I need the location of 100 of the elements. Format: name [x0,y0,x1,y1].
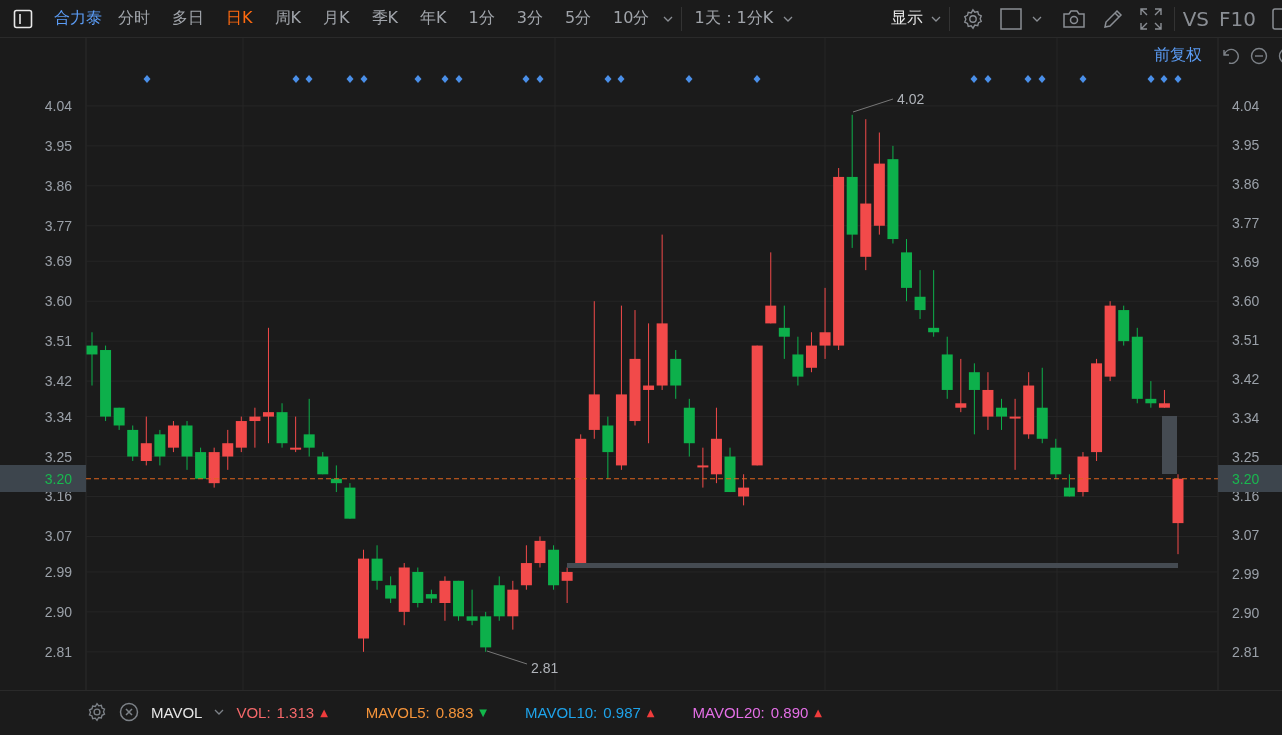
caret-icon[interactable] [930,15,941,22]
axis-label: 3.95 [1232,137,1260,153]
period-tab[interactable]: 1分 [458,8,505,29]
candlestick [805,331,817,373]
display-menu[interactable]: 显示 [880,8,927,29]
candlestick [1009,398,1021,471]
axis-label: 3.77 [44,217,72,234]
caret-icon[interactable] [663,15,674,22]
sidebar-toggle-icon[interactable] [13,8,33,29]
indicator-value: 1.313 [276,703,315,721]
candlestick [520,544,532,591]
candlestick [262,327,274,444]
candlestick [778,305,790,360]
caret-icon[interactable] [783,15,794,22]
candlestick [792,336,804,387]
period-tab[interactable]: 季K [361,8,408,29]
axis-label: 2.90 [44,603,72,620]
candlestick [222,429,234,471]
axis-label: 4.04 [44,97,72,114]
zoom-out-icon[interactable] [1250,46,1268,65]
axis-label: 3.95 [44,137,72,154]
close-icon[interactable] [119,702,139,722]
indicator-dropdown[interactable]: MAVOL [151,703,203,721]
period-tab[interactable]: 3分 [506,8,553,29]
current-price-label: 3.20 [44,471,72,487]
candlestick [249,407,261,449]
axis-label: 3.60 [44,293,72,310]
candlestick [765,251,777,324]
period-tab[interactable]: 分时 [108,8,160,29]
candlestick [697,447,709,489]
candlestick [643,322,655,444]
period-tab[interactable]: 多日 [162,8,214,29]
candlestick [968,362,980,435]
candlestick [439,575,451,622]
period-tab[interactable]: 月K [313,8,360,29]
indicator-label: MAVOL10: [525,703,598,721]
axis-label: 3.42 [44,373,72,390]
settings-icon[interactable] [87,702,107,722]
stock-name: 合力泰 [54,8,102,29]
caret-icon[interactable] [1031,15,1042,22]
candlestick [140,416,152,466]
axis-label: 3.34 [44,408,72,425]
current-price-label: 3.20 [1232,471,1260,487]
indicator-value: 0.883 [435,703,474,721]
axis-label: 3.60 [1232,293,1260,309]
period-tab[interactable]: 5分 [554,8,602,29]
shortcut-button[interactable]: VS [1178,6,1214,31]
shortcut-button[interactable]: F10 [1215,6,1260,31]
camera-icon[interactable] [1061,8,1086,29]
price-adjustment-button[interactable]: 前复权 [1154,45,1210,66]
axis-label: 2.81 [44,643,72,660]
period-tab[interactable]: 日K [216,8,263,29]
undo-icon[interactable] [1221,46,1239,65]
axis-label: 3.69 [1232,254,1260,270]
axis-label: 2.90 [1232,605,1260,621]
candlestick [1145,380,1157,409]
candlestick [534,535,546,568]
leader-line [486,650,528,665]
trend-arrow: ▼ [479,706,487,718]
indicator-label: MAVOL5: [365,703,430,721]
candlestick [955,358,967,413]
axis-label: 3.51 [1232,332,1260,348]
vertical-bar-drawing [1162,416,1177,474]
candlestick [996,398,1008,431]
leader-line [852,98,894,113]
period-tab[interactable]: 10分 [603,8,660,29]
candlestick [914,269,926,320]
period-tab[interactable]: 周K [264,8,311,29]
candlestick [86,331,98,387]
interval-dropdown[interactable]: 1天：1分K [686,8,780,29]
caret-icon[interactable] [214,709,225,715]
axis-label: 3.86 [1232,176,1260,192]
period-tab[interactable]: 年K [410,8,457,29]
candlestick [167,420,179,453]
trend-arrow: ▲ [646,706,655,718]
candlestick [330,464,342,493]
square-icon[interactable] [999,7,1022,30]
axis-label: 3.07 [44,528,72,545]
candlestick [303,398,315,458]
settings-icon[interactable] [961,7,984,30]
indicator-label: VOL: [236,703,271,721]
axis-label: 3.25 [1232,449,1260,465]
candlestick [290,416,302,453]
high-price-label: 4.02 [897,91,925,107]
pencil-icon[interactable] [1101,7,1124,30]
candlestick [371,544,383,591]
outline-box-icon[interactable] [1272,7,1282,30]
candlestick [819,287,831,360]
axis-label: 2.81 [1232,644,1260,660]
candlestick [738,473,750,506]
axis-label: 3.86 [44,177,72,194]
axis-label: 3.69 [44,253,72,270]
indicator-value: 0.987 [603,703,641,721]
axis-label: 4.04 [1232,98,1260,114]
axis-label: 3.07 [1232,527,1260,543]
fullscreen-icon[interactable] [1139,7,1162,30]
candlestick [154,429,166,466]
trend-arrow: ▲ [320,706,328,718]
axis-label: 3.77 [1232,215,1260,231]
current-price-tag [1218,465,1282,492]
